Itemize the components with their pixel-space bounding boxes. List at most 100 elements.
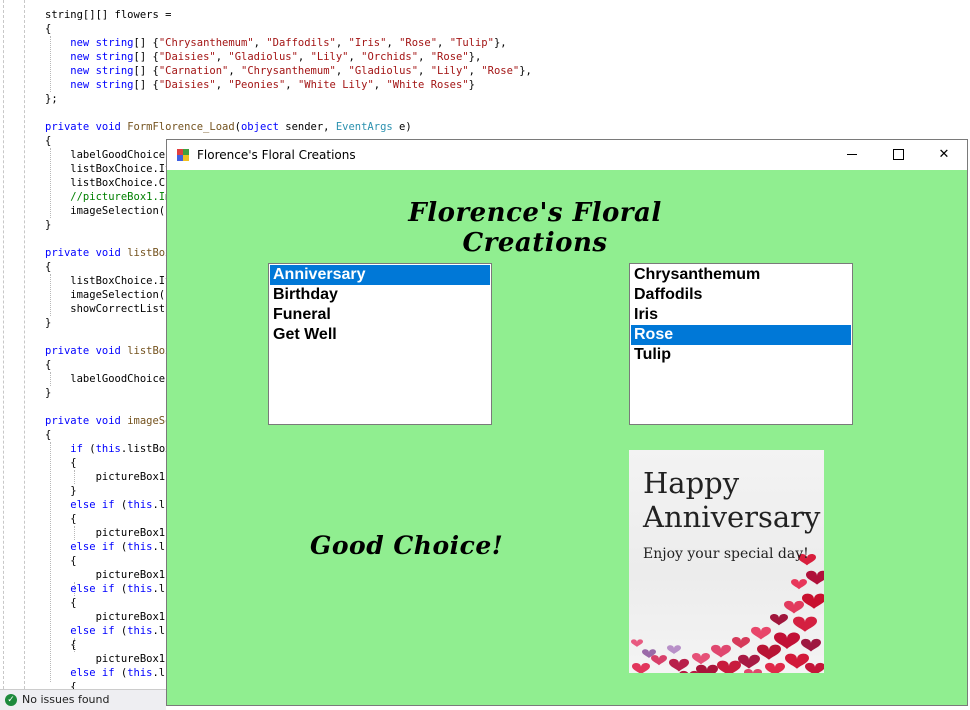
code-token: } bbox=[468, 79, 475, 91]
code-token: , bbox=[253, 37, 267, 49]
heart-shape bbox=[632, 662, 650, 673]
code-token: , bbox=[348, 51, 362, 63]
code-token: listBoxChoice.Ite bbox=[45, 275, 178, 287]
code-token: , bbox=[215, 79, 229, 91]
code-token: this bbox=[95, 443, 121, 455]
code-token: "Rose" bbox=[481, 65, 520, 77]
code-line: } bbox=[45, 316, 51, 330]
code-line: listBoxChoice.Cle bbox=[45, 176, 177, 190]
heart-shape bbox=[784, 600, 804, 614]
heart-shape bbox=[805, 662, 824, 673]
code-token: } bbox=[45, 317, 52, 329]
code-token: if bbox=[45, 443, 90, 455]
code-token: [] { bbox=[133, 37, 159, 49]
code-token: new bbox=[45, 51, 96, 63]
list-item[interactable]: Get Well bbox=[270, 325, 490, 345]
code-line: private void listBoxO bbox=[45, 246, 178, 260]
code-line: labelGoodChoice.V bbox=[45, 148, 178, 162]
code-token: } bbox=[45, 219, 52, 231]
code-token: "White Roses" bbox=[386, 79, 469, 91]
code-token: "Chrysanthemum" bbox=[241, 65, 336, 77]
heart-shape bbox=[696, 664, 718, 673]
code-token: new bbox=[45, 79, 96, 91]
code-token: imageSelection(); bbox=[45, 289, 178, 301]
occasion-listbox[interactable]: Anniversary Birthday Funeral Get Well bbox=[268, 263, 492, 425]
code-token: new bbox=[45, 37, 96, 49]
code-line: string[][] flowers = bbox=[45, 8, 171, 22]
code-line: new string[] {"Daisies", "Gladiolus", "L… bbox=[45, 50, 481, 64]
code-token: sender, bbox=[285, 121, 336, 133]
code-token: showCorrectListBo bbox=[45, 303, 178, 315]
code-line: //pictureBox1.Ima bbox=[45, 190, 178, 204]
code-token: }, bbox=[519, 65, 532, 77]
heart-shape bbox=[806, 570, 824, 585]
code-line: { bbox=[45, 134, 51, 148]
code-token: "Lily" bbox=[430, 65, 469, 77]
code-token: void bbox=[95, 345, 128, 357]
code-token: labelGoodChoice.V bbox=[45, 149, 178, 161]
form-heading: Florence's Floral Creations bbox=[408, 198, 662, 258]
code-token: { bbox=[45, 23, 52, 35]
code-token: pictureBox1.I bbox=[45, 527, 178, 539]
code-line: { bbox=[45, 358, 51, 372]
code-line: imageSelection(); bbox=[45, 288, 178, 302]
close-button[interactable]: ✕ bbox=[921, 140, 967, 170]
code-token: }; bbox=[45, 93, 58, 105]
code-line: showCorrectListBo bbox=[45, 302, 178, 316]
code-line: private void imageSel bbox=[45, 414, 178, 428]
code-line: } bbox=[45, 484, 76, 498]
code-token: { bbox=[45, 457, 77, 469]
code-line: private void FormFlorence_Load(object se… bbox=[45, 120, 412, 134]
code-line: { bbox=[45, 428, 51, 442]
code-line: imageSelection(); bbox=[45, 204, 178, 218]
minimize-button[interactable] bbox=[829, 140, 875, 170]
code-line: } bbox=[45, 386, 51, 400]
code-token: , bbox=[215, 51, 229, 63]
list-item[interactable]: Iris bbox=[631, 305, 851, 325]
code-token: "Peonies" bbox=[228, 79, 286, 91]
list-item[interactable]: Tulip bbox=[631, 345, 851, 365]
code-token: //pictureBox1.Ima bbox=[45, 191, 178, 203]
code-token: { bbox=[45, 597, 77, 609]
heart-shape bbox=[651, 655, 667, 666]
heart-shape bbox=[631, 639, 643, 647]
minimize-icon bbox=[847, 154, 857, 155]
code-token: "Carnation" bbox=[158, 65, 229, 77]
list-item[interactable]: Daffodils bbox=[631, 285, 851, 305]
list-item[interactable]: Birthday bbox=[270, 285, 490, 305]
gutter-guide bbox=[24, 0, 25, 689]
list-item[interactable]: Anniversary bbox=[270, 265, 490, 285]
window-title: Florence's Floral Creations bbox=[197, 148, 356, 162]
heart-shape bbox=[801, 638, 821, 652]
code-line: { bbox=[45, 638, 76, 652]
heart-shape bbox=[793, 616, 817, 632]
code-token: this bbox=[127, 667, 153, 679]
heart-shape bbox=[751, 626, 771, 640]
code-token: "Daisies" bbox=[158, 51, 216, 63]
code-token: imageSelection(); bbox=[45, 205, 178, 217]
code-line: if (this.listBoxO bbox=[45, 442, 178, 456]
title-bar[interactable]: Florence's Floral Creations ✕ bbox=[167, 140, 967, 170]
flower-listbox[interactable]: Chrysanthemum Daffodils Iris Rose Tulip bbox=[629, 263, 853, 425]
maximize-button[interactable] bbox=[875, 140, 921, 170]
code-token: , bbox=[386, 37, 400, 49]
code-token: "Lily" bbox=[310, 51, 349, 63]
code-token: "Rose" bbox=[430, 51, 469, 63]
code-line: else if (this.lis bbox=[45, 498, 178, 512]
code-line: pictureBox1.I bbox=[45, 610, 178, 624]
florence-form-window[interactable]: Florence's Floral Creations ✕ Florence's… bbox=[166, 139, 968, 706]
code-token: , bbox=[335, 65, 349, 77]
code-token: string bbox=[95, 51, 134, 63]
code-token: e) bbox=[399, 121, 412, 133]
list-item[interactable]: Rose bbox=[631, 325, 851, 345]
code-token: EventArgs bbox=[335, 121, 400, 133]
code-token: [] { bbox=[133, 79, 159, 91]
list-item[interactable]: Chrysanthemum bbox=[631, 265, 851, 285]
list-item[interactable]: Funeral bbox=[270, 305, 490, 325]
code-token: "Gladiolus" bbox=[348, 65, 419, 77]
code-token: pictureBox1.I bbox=[45, 569, 178, 581]
code-token: "Tulip" bbox=[449, 37, 494, 49]
code-token: } bbox=[45, 387, 52, 399]
code-token: [] { bbox=[133, 51, 159, 63]
code-line: new string[] {"Daisies", "Peonies", "Whi… bbox=[45, 78, 475, 92]
